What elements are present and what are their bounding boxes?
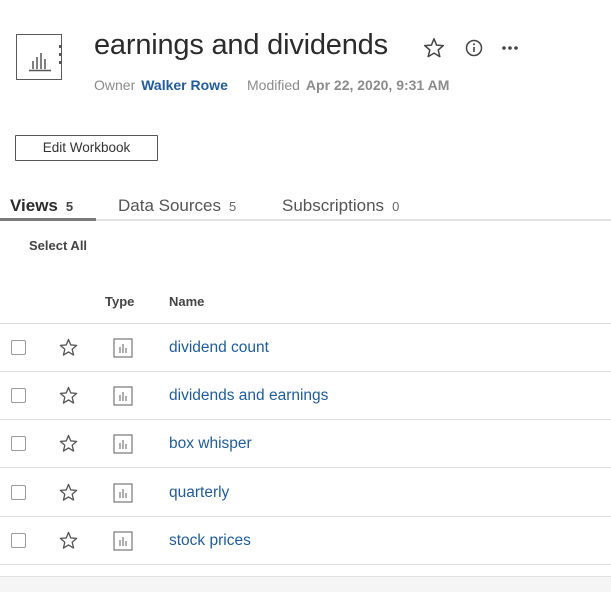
favorite-star-icon[interactable] <box>58 337 79 358</box>
tab-count: 0 <box>392 199 400 214</box>
table-row: quarterly <box>0 469 611 517</box>
view-name-link[interactable]: dividends and earnings <box>169 387 328 405</box>
row-checkbox[interactable] <box>11 388 26 403</box>
owner-label: Owner <box>94 77 136 93</box>
page-title: earnings and dividends <box>94 29 388 61</box>
favorite-star-icon[interactable] <box>58 482 79 503</box>
tab-subscriptions[interactable]: Subscriptions 0 <box>282 196 399 216</box>
modified-meta: Modified Apr 22, 2020, 9:31 AM <box>247 77 449 93</box>
view-chart-icon <box>113 531 133 551</box>
table-row: dividends and earnings <box>0 372 611 420</box>
tab-label: Subscriptions <box>282 196 385 215</box>
view-name-link[interactable]: stock prices <box>169 532 251 550</box>
view-chart-icon <box>113 434 133 454</box>
row-checkbox[interactable] <box>11 340 26 355</box>
modified-label: Modified <box>247 77 300 93</box>
table-row: stock prices <box>0 517 611 565</box>
workbook-thumbnail <box>16 34 62 80</box>
active-tab-indicator <box>0 218 96 221</box>
column-header-type[interactable]: Type <box>105 294 134 309</box>
table-row: box whisper <box>0 420 611 468</box>
info-icon[interactable] <box>462 36 486 60</box>
view-chart-icon <box>113 338 133 358</box>
tab-data-sources[interactable]: Data Sources 5 <box>118 196 236 216</box>
row-checkbox[interactable] <box>11 485 26 500</box>
tab-views[interactable]: Views 5 <box>10 196 73 216</box>
table-footer <box>0 576 611 592</box>
row-checkbox[interactable] <box>11 533 26 548</box>
row-checkbox[interactable] <box>11 436 26 451</box>
modified-date: Apr 22, 2020, 9:31 AM <box>305 77 450 93</box>
view-name-link[interactable]: quarterly <box>169 484 229 502</box>
tab-count: 5 <box>65 199 74 214</box>
owner-meta: Owner Walker Rowe <box>94 77 228 93</box>
favorite-star-icon[interactable] <box>58 385 79 406</box>
favorite-star-icon[interactable] <box>58 433 79 454</box>
owner-link[interactable]: Walker Rowe <box>141 77 228 93</box>
tab-label: Data Sources <box>118 196 221 215</box>
workbook-chart-icon <box>29 45 62 72</box>
more-options-icon[interactable] <box>498 36 522 60</box>
view-chart-icon <box>113 483 133 503</box>
view-chart-icon <box>113 386 133 406</box>
favorite-star-icon[interactable] <box>58 530 79 551</box>
view-name-link[interactable]: dividend count <box>169 339 269 357</box>
edit-workbook-button[interactable]: Edit Workbook <box>15 135 158 161</box>
table-row: dividend count <box>0 324 611 372</box>
view-name-link[interactable]: box whisper <box>169 435 252 453</box>
favorite-star-icon[interactable] <box>422 36 446 60</box>
column-header-name[interactable]: Name <box>169 294 204 309</box>
tab-label: Views <box>10 196 58 215</box>
tab-count: 5 <box>229 199 237 214</box>
select-all-button[interactable]: Select All <box>29 238 87 253</box>
